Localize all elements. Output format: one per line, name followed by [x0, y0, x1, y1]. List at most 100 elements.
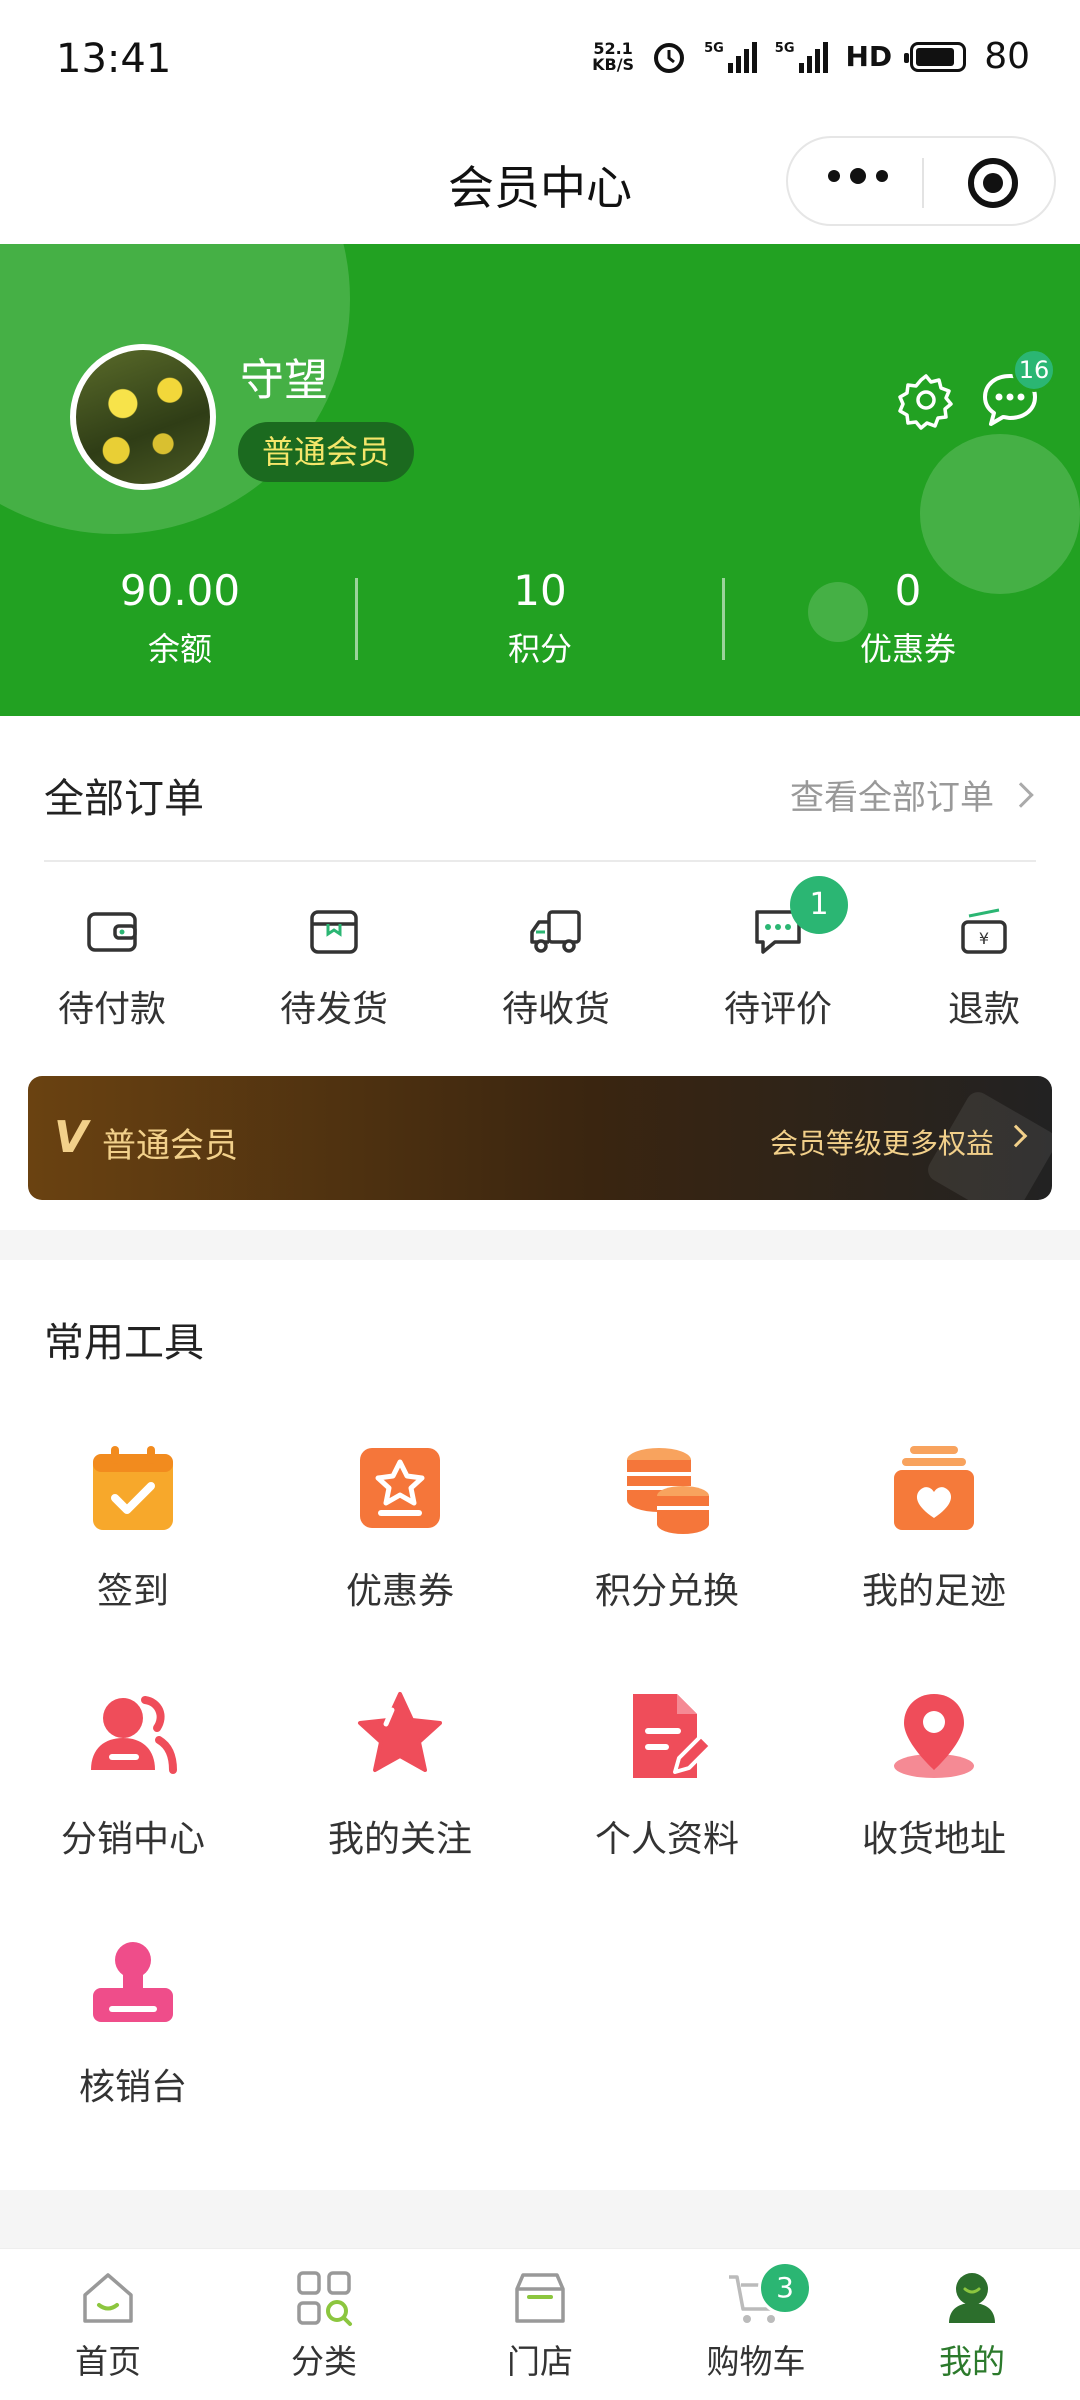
signal-1: 5G — [704, 41, 757, 73]
tool-shipping-address[interactable]: 收货地址 — [814, 1688, 1054, 1862]
tool-label: 优惠券 — [345, 1571, 454, 1612]
wallet-icon — [87, 912, 137, 952]
stat-divider — [355, 578, 358, 660]
heart-box-icon — [894, 1446, 974, 1530]
tab-label: 门店 — [507, 2342, 573, 2381]
vip-more-benefits-label: 会员等级更多权益 — [769, 1127, 994, 1160]
view-all-orders-link[interactable]: 查看全部订单 — [790, 770, 1034, 819]
more-icon[interactable] — [828, 168, 888, 184]
signal-bars-icon — [798, 41, 828, 73]
user-icon — [949, 2273, 995, 2323]
order-refund[interactable]: ¥ 退款 — [914, 902, 1054, 1032]
tab-label: 我的 — [939, 2342, 1005, 2381]
tool-footprints[interactable]: 我的足迹 — [814, 1440, 1054, 1614]
edit-doc-icon — [633, 1694, 713, 1778]
battery-icon — [904, 41, 967, 72]
location-pin-icon — [894, 1694, 974, 1778]
tools-title: 常用工具 — [44, 1320, 204, 1366]
calendar-check-icon — [93, 1446, 173, 1530]
alarm-icon — [654, 42, 685, 73]
coupon-star-icon — [360, 1448, 440, 1528]
store-icon — [515, 2273, 565, 2323]
status-bar: 13:41 52.1 KB/S 5G 5G HD 80 — [0, 0, 1080, 124]
home-icon — [83, 2273, 133, 2323]
order-item-label: 退款 — [947, 989, 1020, 1030]
tool-profile[interactable]: 个人资料 — [547, 1688, 787, 1862]
order-pending-receipt[interactable]: 待收货 — [486, 902, 626, 1032]
capsule-divider — [922, 158, 924, 208]
stat-coupons[interactable]: 0 优惠券 — [728, 564, 1080, 670]
view-all-orders-label: 查看全部订单 — [790, 778, 994, 818]
message-count-badge: 16 — [1012, 348, 1056, 392]
package-icon — [310, 910, 358, 954]
stat-value: 90.00 — [119, 566, 241, 615]
signal-1-tag: 5G — [704, 40, 724, 56]
tool-my-follows[interactable]: 我的关注 — [280, 1688, 520, 1862]
tab-cart[interactable]: 购物车 — [666, 2267, 846, 2383]
tab-store[interactable]: 门店 — [450, 2267, 630, 2383]
network-speed-unit: KB/S — [592, 54, 635, 74]
tool-points-exchange[interactable]: 积分兑换 — [547, 1440, 787, 1614]
svg-text:¥: ¥ — [979, 929, 989, 948]
divider — [44, 860, 1036, 862]
tab-home[interactable]: 首页 — [18, 2267, 198, 2383]
tool-label: 分销中心 — [60, 1819, 205, 1860]
refund-icon: ¥ — [961, 908, 1007, 954]
tool-verification-desk[interactable]: 核销台 — [13, 1936, 253, 2110]
signal-2: 5G — [775, 41, 828, 73]
order-item-label: 待收货 — [501, 989, 610, 1030]
stat-value: 0 — [894, 566, 922, 615]
tab-category[interactable]: 分类 — [234, 2267, 414, 2383]
account-stats: 90.00 余额 10 积分 0 优惠券 — [0, 564, 1080, 674]
vip-level-label: 普通会员 — [102, 1126, 238, 1166]
tool-label: 积分兑换 — [594, 1571, 739, 1612]
stat-label: 积分 — [507, 630, 572, 668]
profile-header: 守望 普通会员 16 90.00 余额 10 积分 0 优惠券 — [0, 244, 1080, 716]
stat-label: 优惠券 — [859, 630, 956, 668]
tool-label: 个人资料 — [594, 1819, 739, 1860]
settings-gear-icon[interactable] — [896, 370, 956, 430]
order-pending-payment[interactable]: 待付款 — [42, 902, 182, 1032]
avatar[interactable] — [70, 344, 216, 490]
battery-level: 80 — [984, 36, 1030, 77]
tool-label: 我的足迹 — [861, 1571, 1006, 1612]
order-item-label: 待评价 — [723, 989, 832, 1030]
truck-icon — [530, 910, 581, 953]
member-level-badge[interactable]: 普通会员 — [238, 422, 415, 482]
order-pending-shipment[interactable]: 待发货 — [264, 902, 404, 1032]
coins-icon — [627, 1448, 709, 1534]
miniprogram-capsule — [786, 136, 1056, 226]
network-speed: 52.1 KB/S — [592, 40, 635, 74]
tab-label: 首页 — [75, 2342, 141, 2381]
stat-divider — [722, 578, 725, 660]
stat-value: 10 — [513, 566, 567, 615]
tool-coupons[interactable]: 优惠券 — [280, 1440, 520, 1614]
orders-title: 全部订单 — [44, 776, 204, 822]
tool-label: 收货地址 — [861, 1819, 1006, 1860]
close-miniprogram-icon[interactable] — [968, 158, 1018, 208]
bottom-tab-bar: 首页 分类 门店 购物车 3 我的 — [0, 2248, 1080, 2400]
tool-label: 签到 — [96, 1571, 169, 1612]
tab-label: 分类 — [291, 2342, 357, 2381]
tool-checkin[interactable]: 签到 — [13, 1440, 253, 1614]
member-benefits-banner[interactable]: V 普通会员 会员等级更多权益 — [28, 1076, 1052, 1200]
signal-bars-icon — [727, 41, 757, 73]
orders-card: 全部订单 查看全部订单 待付款 待发货 待收货 待评价 1 ¥ 退款 V 普通会… — [0, 716, 1080, 1230]
tool-distribution-center[interactable]: 分销中心 — [13, 1688, 253, 1862]
order-item-label: 待发货 — [279, 989, 388, 1030]
stat-label: 余额 — [147, 630, 212, 668]
hd-indicator: HD — [845, 40, 893, 73]
nav-bar: 会员中心 — [0, 124, 1080, 244]
status-time: 13:41 — [56, 36, 172, 82]
chevron-right-icon — [1008, 781, 1034, 808]
vip-v-icon: V — [54, 1112, 89, 1163]
tab-mine[interactable]: 我的 — [882, 2267, 1062, 2383]
tool-label: 我的关注 — [327, 1819, 472, 1860]
star-icon — [358, 1692, 442, 1772]
tools-section: 常用工具 签到 优惠券 积分兑换 我的足迹 分销中心 我的关注 个人资料 收货地… — [0, 1260, 1080, 2190]
stat-balance[interactable]: 90.00 余额 — [0, 564, 360, 670]
stat-points[interactable]: 10 积分 — [360, 564, 720, 670]
category-icon — [297, 2271, 352, 2326]
users-icon — [91, 1696, 177, 1774]
tool-label: 核销台 — [78, 2067, 187, 2108]
